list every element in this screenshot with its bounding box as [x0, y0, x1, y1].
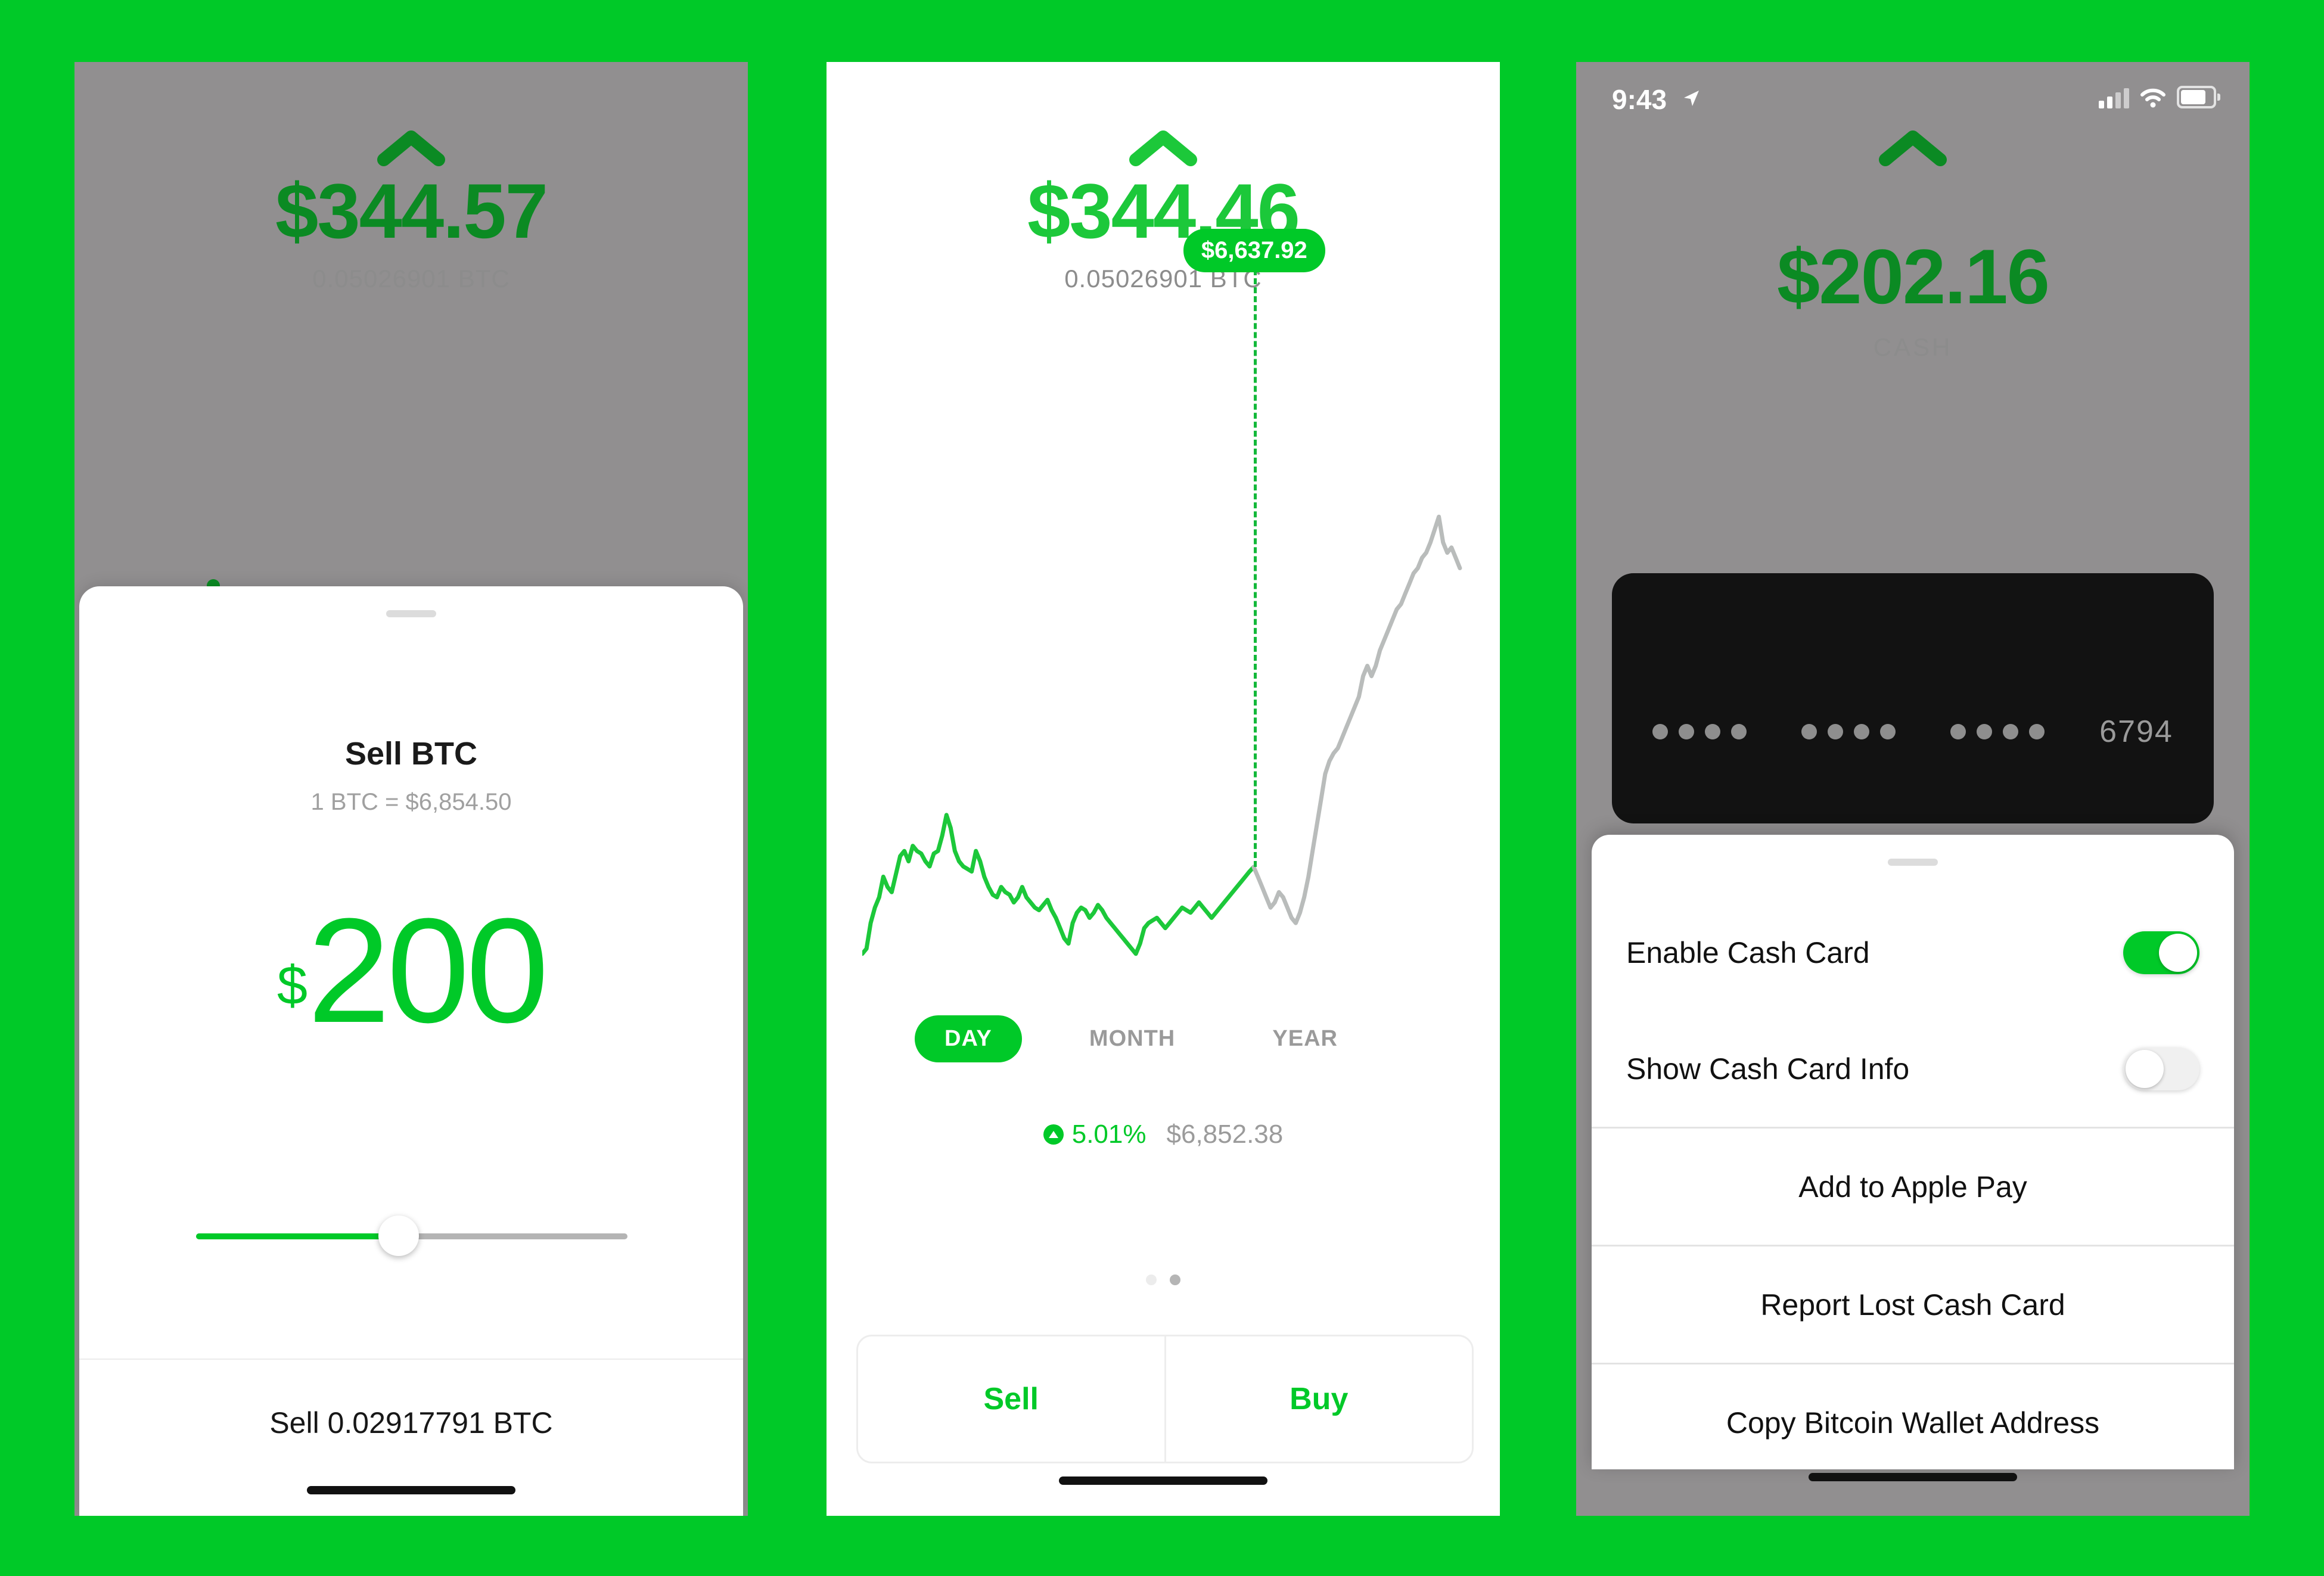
range-selector[interactable]: DAY MONTH YEAR: [915, 1015, 1368, 1062]
home-indicator[interactable]: [1059, 1476, 1267, 1485]
sheet-title: Sell BTC: [344, 736, 478, 772]
amount-slider[interactable]: [196, 1216, 627, 1256]
location-arrow-icon: [1683, 91, 1699, 106]
card-number-row: 6794: [1612, 714, 2214, 750]
phone-screen-cash-card: 9:43 $202.16 CASH 6794 Enable Cash Card …: [1576, 62, 2250, 1516]
wifi-icon: [2140, 88, 2165, 108]
chevron-up-icon[interactable]: [1127, 128, 1199, 169]
page-dot-2[interactable]: [1170, 1275, 1180, 1285]
show-cash-card-info-toggle[interactable]: [2123, 1047, 2199, 1090]
enable-cash-card-toggle[interactable]: [2123, 931, 2199, 974]
amount-value: 200: [307, 887, 549, 1053]
slider-knob[interactable]: [378, 1216, 420, 1256]
sell-btc-sheet: Sell BTC 1 BTC = $6,854.50 $200 Sell 0.0…: [79, 586, 743, 1516]
menu-item-label: Copy Bitcoin Wallet Address: [1726, 1406, 2100, 1440]
status-time: 9:43: [1612, 83, 1702, 116]
change-percent: 5.01%: [1071, 1120, 1147, 1149]
range-tab-year[interactable]: YEAR: [1242, 1015, 1368, 1062]
card-last-four: 6794: [2099, 714, 2173, 749]
buy-button[interactable]: Buy: [1164, 1336, 1472, 1462]
slider-fill: [196, 1233, 399, 1239]
status-icons: [2099, 86, 2220, 108]
balance-amount: $344.46: [1027, 167, 1300, 254]
chevron-up-icon[interactable]: [1877, 128, 1949, 169]
page-dots[interactable]: [827, 1275, 1500, 1285]
chart-cursor-line: [1253, 269, 1257, 867]
menu-item-add-to-apple-pay[interactable]: Add to Apple Pay: [1592, 1129, 2234, 1245]
phone-screen-bitcoin-chart: $344.46 0.05026901 BTC $6,637.92 DAY MON…: [827, 62, 1500, 1516]
toggle-row-enable-cash-card[interactable]: Enable Cash Card: [1592, 894, 2234, 1011]
balance-subtitle: 0.05026901 BTC: [1064, 265, 1262, 293]
phone-screen-sell-btc: $344.57 0.05026901 BTC Sell BTC 1 BTC = …: [74, 62, 748, 1516]
current-price: $6,852.38: [1166, 1120, 1284, 1149]
page-dot-1[interactable]: [1146, 1275, 1157, 1285]
triangle-up-icon: [1043, 1124, 1064, 1145]
cellular-bars-icon: [2099, 88, 2129, 108]
menu-item-report-lost-cash-card[interactable]: Report Lost Cash Card: [1592, 1246, 2234, 1363]
masked-digit-group: [1801, 724, 1896, 739]
masked-digit-group: [1950, 724, 2045, 739]
range-tab-month[interactable]: MONTH: [1060, 1015, 1205, 1062]
balance-subtitle: 0.05026901 BTC: [312, 265, 510, 293]
masked-digit-group: [1652, 724, 1747, 739]
toggle-label: Show Cash Card Info: [1626, 1052, 1910, 1086]
sheet-grabber[interactable]: [386, 610, 436, 617]
status-bar: 9:43: [1576, 62, 2250, 133]
balance-amount: $202.16: [1777, 233, 2050, 320]
sheet-grabber[interactable]: [1888, 859, 1938, 866]
balance-subtitle: CASH: [1873, 333, 1953, 361]
menu-item-label: Add to Apple Pay: [1798, 1170, 2027, 1204]
menu-item-copy-bitcoin-wallet-address[interactable]: Copy Bitcoin Wallet Address: [1592, 1364, 2234, 1469]
amount-currency-symbol: $: [276, 955, 308, 1016]
sell-btc-cta[interactable]: Sell 0.02917791 BTC: [79, 1406, 743, 1440]
toggle-row-show-cash-card-info[interactable]: Show Cash Card Info: [1592, 1011, 2234, 1127]
home-indicator[interactable]: [307, 1486, 515, 1494]
cash-card[interactable]: 6794: [1612, 573, 2214, 823]
trade-actions[interactable]: Sell Buy: [856, 1335, 1474, 1463]
toggle-label: Enable Cash Card: [1626, 935, 1870, 969]
balance-amount: $344.57: [275, 167, 548, 254]
chevron-up-icon[interactable]: [375, 128, 447, 169]
home-indicator[interactable]: [1809, 1473, 2017, 1481]
menu-item-label: Report Lost Cash Card: [1760, 1288, 2065, 1322]
btc-rate-label: 1 BTC = $6,854.50: [310, 789, 512, 815]
range-tab-day[interactable]: DAY: [915, 1015, 1022, 1062]
battery-icon: [2177, 86, 2220, 108]
price-change-row: 5.01% $6,852.38: [827, 1120, 1500, 1149]
amount-display: $200: [79, 896, 743, 1045]
sell-button[interactable]: Sell: [858, 1336, 1164, 1462]
sheet-divider: [79, 1359, 743, 1360]
cash-card-action-sheet: Enable Cash Card Show Cash Card Info Add…: [1592, 835, 2234, 1469]
price-chart[interactable]: [860, 491, 1464, 980]
chart-price-tooltip: $6,637.92: [1183, 229, 1325, 272]
